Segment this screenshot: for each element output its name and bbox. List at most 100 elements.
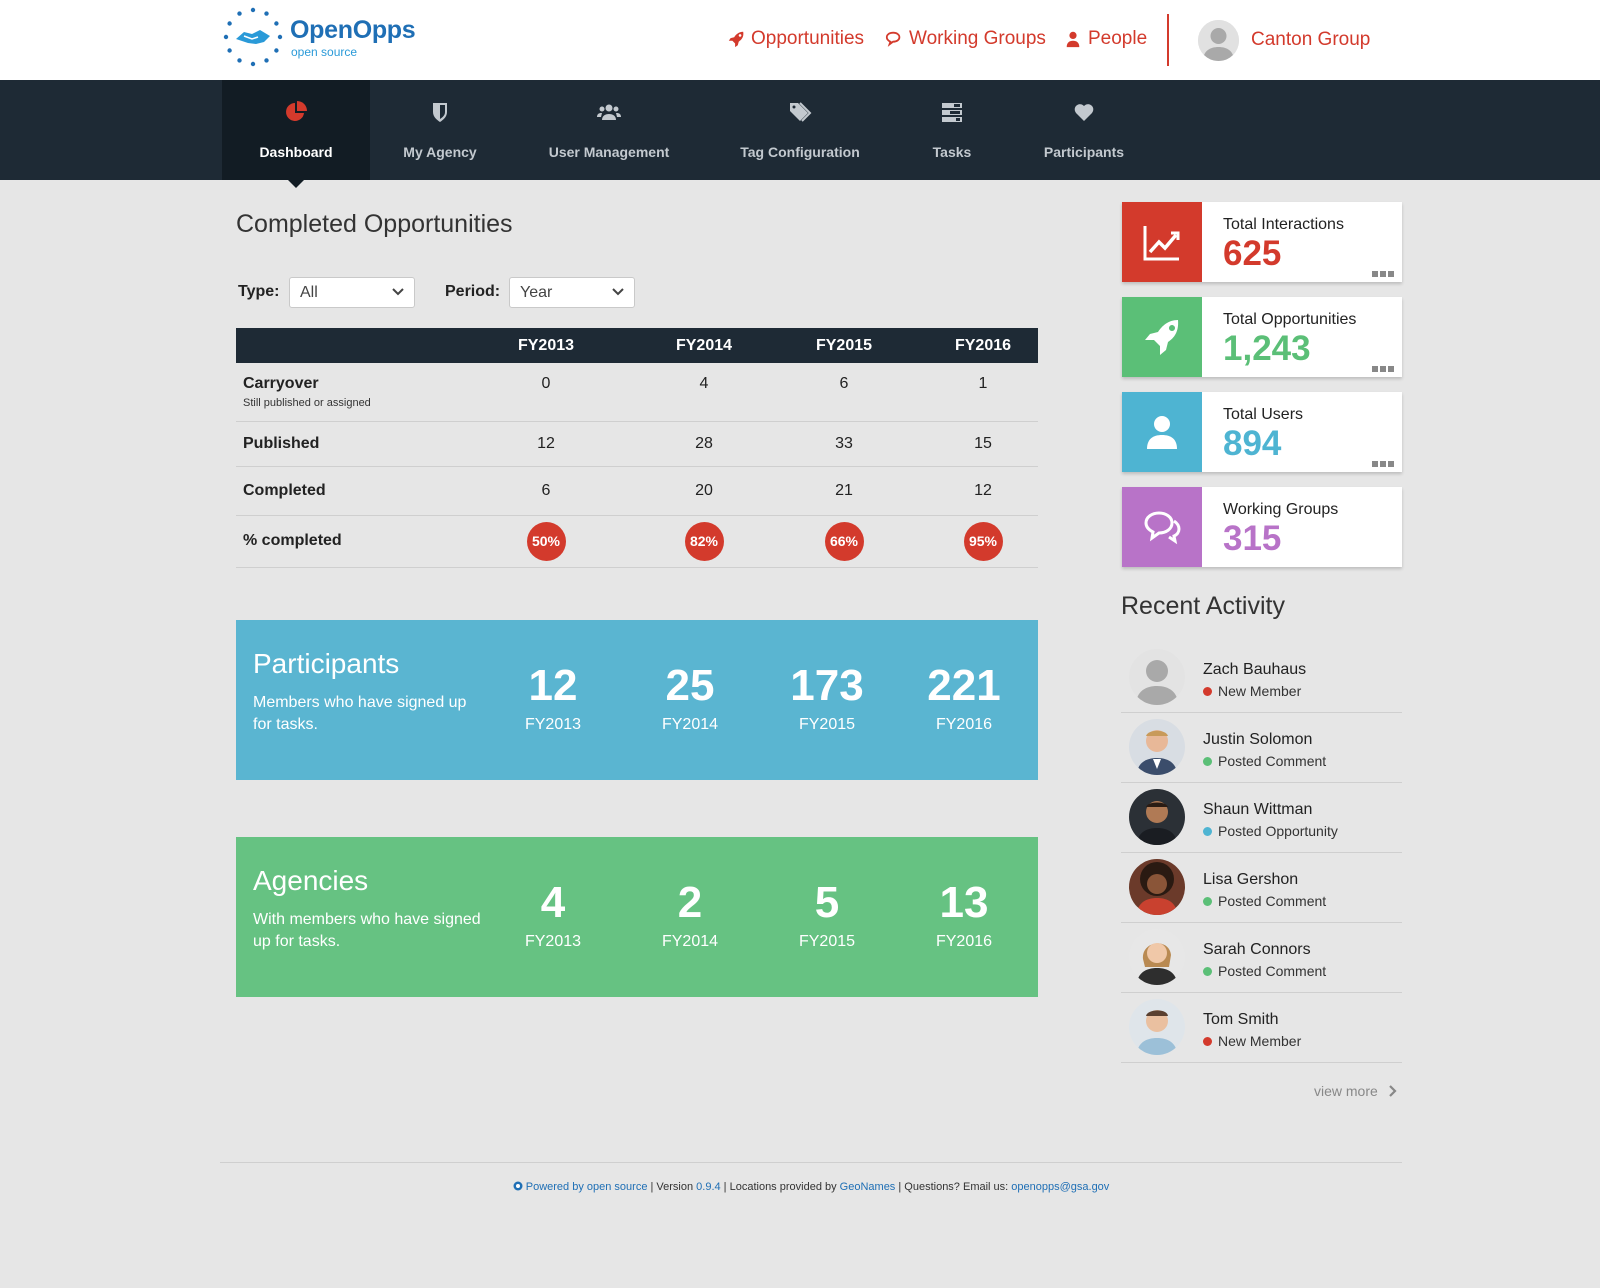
table-cell: 33	[760, 421, 928, 467]
table-header-row: FY2013 FY2014 FY2015 FY2016	[236, 328, 1038, 363]
avatar	[1129, 929, 1185, 985]
type-select-value: All	[300, 284, 318, 301]
table-cell: 95%	[928, 515, 1038, 568]
stat-year: FY2014	[661, 716, 719, 733]
participants-band: Participants Members who have signed up …	[236, 620, 1038, 780]
completed-opportunities-table: FY2013 FY2014 FY2015 FY2016 Carryover St…	[236, 328, 1038, 568]
avatar	[1129, 719, 1185, 775]
more-dots-icon[interactable]	[1372, 366, 1394, 372]
list-item[interactable]: Justin Solomon Posted Comment	[1121, 713, 1402, 783]
stat-number: 173	[790, 661, 864, 710]
user-icon	[1147, 416, 1177, 449]
percent-badge: 50%	[526, 521, 566, 561]
person-photo-icon	[1129, 789, 1185, 845]
tab-tasks[interactable]: Tasks	[912, 80, 992, 180]
percent-badge: 82%	[684, 521, 724, 561]
percent-badge: 66%	[824, 521, 864, 561]
completed-opportunities-title: Completed Opportunities	[236, 210, 513, 238]
powered-by-link[interactable]: Powered by open source	[526, 1181, 648, 1193]
total-opportunities-card[interactable]: Total Opportunities 1,243	[1122, 297, 1402, 377]
table-row: Carryover Still published or assigned 0 …	[236, 363, 1038, 422]
type-select[interactable]: All	[289, 277, 415, 308]
activity-status-text: Posted Comment	[1218, 753, 1327, 769]
topnav-working-groups[interactable]: Working Groups	[885, 28, 1046, 50]
stat-year: FY2013	[524, 716, 582, 733]
chevron-down-icon	[392, 288, 404, 296]
participants-stat: 173 FY2015	[767, 660, 887, 734]
total-users-card[interactable]: Total Users 894	[1122, 392, 1402, 472]
table-cell: 12	[444, 421, 648, 467]
tab-my-agency[interactable]: My Agency	[370, 80, 510, 180]
person-photo-icon	[1129, 719, 1185, 775]
table-cell: 15	[928, 421, 1038, 467]
total-interactions-card[interactable]: Total Interactions 625	[1122, 202, 1402, 282]
default-avatar-icon	[1198, 20, 1239, 61]
pie-chart-icon	[286, 101, 307, 121]
card-icon-box	[1122, 297, 1202, 377]
avatar	[1129, 999, 1185, 1055]
activity-name: Justin Solomon	[1203, 731, 1313, 748]
list-item[interactable]: Lisa Gershon Posted Comment	[1121, 853, 1402, 923]
activity-name: Zach Bauhaus	[1203, 661, 1307, 678]
user-avatar[interactable]	[1198, 20, 1239, 61]
geonames-link[interactable]: GeoNames	[840, 1181, 896, 1193]
more-dots-icon[interactable]	[1372, 461, 1394, 467]
topnav-people[interactable]: People	[1064, 28, 1147, 50]
tab-participants[interactable]: Participants	[1034, 80, 1134, 180]
working-groups-card[interactable]: Working Groups 315	[1122, 487, 1402, 567]
activity-name: Shaun Wittman	[1203, 801, 1313, 818]
tab-tag-configuration[interactable]: Tag Configuration	[734, 80, 866, 180]
tab-user-management[interactable]: User Management	[536, 80, 682, 180]
card-label: Total Users	[1223, 406, 1304, 423]
table-header-cell	[236, 328, 444, 363]
topnav-people-label: People	[1088, 28, 1148, 49]
table-header-cell: FY2013	[444, 328, 648, 363]
percent-badge: 95%	[963, 521, 1003, 561]
activity-status: Posted Opportunity	[1203, 823, 1338, 839]
view-more-link[interactable]: view more	[1314, 1083, 1398, 1099]
tab-my-agency-label: My Agency	[403, 144, 477, 160]
card-value: 894	[1223, 424, 1282, 463]
table-header-cell: FY2014	[648, 328, 760, 363]
tags-icon	[790, 102, 812, 122]
list-item[interactable]: Sarah Connors Posted Comment	[1121, 923, 1402, 993]
card-value: 1,243	[1223, 329, 1311, 368]
users-icon	[597, 104, 621, 120]
list-item[interactable]: Shaun Wittman Posted Opportunity	[1121, 783, 1402, 853]
version-link[interactable]: 0.9.4	[696, 1181, 720, 1193]
email-link[interactable]: openopps@gsa.gov	[1011, 1181, 1109, 1193]
tab-dashboard[interactable]: Dashboard	[222, 80, 370, 180]
more-dots-icon[interactable]	[1372, 271, 1394, 277]
footer-locations-prefix: | Locations provided by	[720, 1181, 840, 1193]
row-label-text: Carryover	[243, 375, 319, 392]
activity-status: Posted Comment	[1203, 963, 1326, 979]
table-cell: 6	[760, 363, 928, 422]
openopps-logo[interactable]: OpenOpps open source	[222, 6, 422, 70]
stat-number: 13	[939, 878, 989, 927]
activity-status-text: New Member	[1218, 1033, 1302, 1049]
row-label: Completed	[236, 466, 444, 516]
tab-participants-label: Participants	[1043, 144, 1125, 160]
participants-stat: 25 FY2014	[630, 660, 750, 734]
avatar	[1129, 789, 1185, 845]
list-item[interactable]: Zach Bauhaus New Member	[1121, 643, 1402, 713]
topnav-working-groups-label: Working Groups	[909, 28, 1046, 49]
activity-status: New Member	[1203, 1033, 1301, 1049]
stat-number: 2	[677, 878, 703, 927]
table-cell: 28	[648, 421, 760, 467]
topnav-opportunities[interactable]: Opportunities	[727, 28, 864, 50]
status-dot	[1203, 1037, 1212, 1046]
card-icon-box	[1122, 392, 1202, 472]
row-label: Carryover Still published or assigned	[236, 363, 444, 422]
header-divider	[1167, 14, 1169, 66]
list-item[interactable]: Tom Smith New Member	[1121, 993, 1402, 1063]
table-cell: 0	[444, 363, 648, 422]
user-name-link[interactable]: Canton Group	[1251, 29, 1370, 51]
period-select[interactable]: Year	[509, 277, 635, 308]
agencies-band-desc: With members who have signed up for task…	[253, 911, 481, 950]
tab-tasks-label: Tasks	[932, 144, 972, 160]
footer: Powered by open source | Version 0.9.4 |…	[0, 1181, 1600, 1193]
activity-status: Posted Comment	[1203, 893, 1326, 909]
person-photo-icon	[1129, 999, 1185, 1055]
card-label: Working Groups	[1223, 501, 1339, 518]
